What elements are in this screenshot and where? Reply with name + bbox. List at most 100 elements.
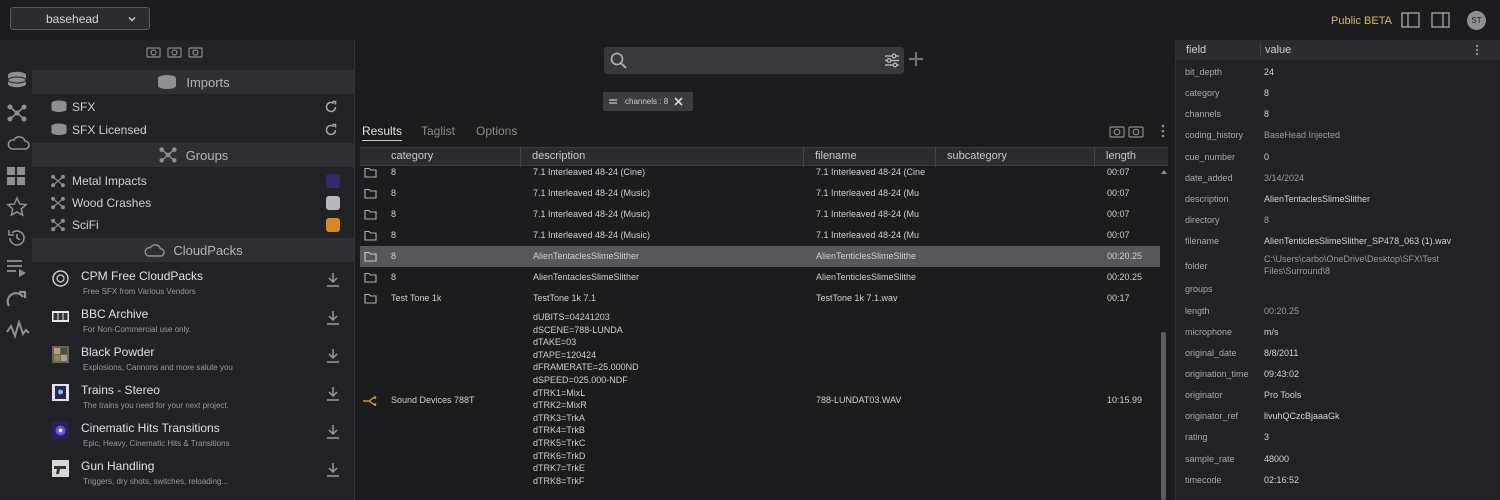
scroll-up-icon[interactable]	[1160, 169, 1168, 175]
top-bar	[0, 0, 1500, 40]
property-value[interactable]: 09:43:02	[1264, 369, 1299, 379]
download-icon[interactable]	[326, 386, 340, 401]
table-row[interactable]: 8 AlienTentaclesSlimeSlither AlienTentic…	[360, 267, 1160, 288]
filter-sliders-icon[interactable]	[884, 53, 900, 68]
workspace-select[interactable]: basehead	[10, 7, 150, 30]
property-value[interactable]: 8	[1264, 88, 1269, 98]
properties-header-field[interactable]: field	[1186, 44, 1206, 56]
property-value[interactable]: 48000	[1264, 454, 1289, 464]
property-value[interactable]: 02:16:52	[1264, 475, 1299, 485]
close-icon[interactable]	[674, 97, 683, 106]
group-item-scifi[interactable]: SciFi	[32, 214, 354, 236]
column-header-description[interactable]: description	[532, 150, 585, 162]
property-value[interactable]: 8/8/2011	[1264, 348, 1298, 358]
more-options-icon[interactable]	[1475, 44, 1479, 56]
cloudpacks-header[interactable]: CloudPacks	[32, 238, 354, 262]
import-item-sfx[interactable]: SFX	[32, 96, 354, 118]
download-icon[interactable]	[326, 272, 340, 287]
property-value[interactable]: 0	[1264, 152, 1269, 162]
right-panel-toggle-icon[interactable]	[1431, 12, 1450, 28]
cloudpack-subtitle: The trains you need for your next projec…	[83, 401, 229, 410]
download-icon[interactable]	[326, 424, 340, 439]
filter-chip[interactable]: channels : 8	[603, 92, 693, 111]
tab-results[interactable]: Results	[362, 124, 403, 141]
table-row-selected[interactable]: 8 AlienTentaclesSlimeSlither AlienTentic…	[360, 246, 1160, 267]
black-powder-thumbnail	[52, 346, 69, 363]
imports-header[interactable]: Imports	[32, 70, 354, 94]
column-header-subcategory[interactable]: subcategory	[947, 150, 1007, 162]
cloudpack-item[interactable]: Gun Handling Triggers, dry shots, switch…	[32, 456, 354, 493]
results-toolbar-icons[interactable]	[1109, 124, 1169, 138]
property-value[interactable]: 3	[1264, 432, 1269, 442]
table-row[interactable]: Test Tone 1k TestTone 1k 7.1 TestTone 1k…	[360, 288, 1160, 309]
results-table: 8 7.1 Interleaved 48-24 (Cine) 7.1 Inter…	[360, 166, 1160, 500]
property-value[interactable]: 8	[1264, 215, 1269, 225]
property-value[interactable]: 24	[1264, 67, 1274, 77]
property-value[interactable]: 3/14/2024	[1264, 173, 1304, 183]
column-header-length[interactable]: length	[1106, 150, 1136, 162]
search-input[interactable]	[632, 51, 872, 70]
property-value[interactable]: 8	[1264, 109, 1269, 119]
property-field: description	[1185, 194, 1229, 204]
snapshot-camera-icons[interactable]	[146, 45, 206, 59]
group-color-swatch[interactable]	[326, 174, 340, 188]
refresh-icon[interactable]	[324, 123, 338, 137]
cloudpack-item[interactable]: BBC Archive For Non-Commercial use only.	[32, 304, 354, 341]
table-row[interactable]: 8 7.1 Interleaved 48-24 (Music) 7.1 Inte…	[360, 225, 1160, 246]
star-icon[interactable]	[6, 196, 28, 218]
cloudpack-subtitle: Epic, Heavy, Cinematic Hits & Transition…	[83, 439, 230, 448]
property-value[interactable]: AlienTenticlesSlimeSlither_SP478_063 (1)…	[1264, 236, 1451, 246]
cloudpack-item[interactable]: Cinematic Hits Transitions Epic, Heavy, …	[32, 418, 354, 455]
avatar[interactable]: ST	[1467, 11, 1486, 30]
history-icon[interactable]	[6, 227, 28, 249]
column-header-category[interactable]: category	[391, 150, 433, 162]
property-value[interactable]: 00:20.25	[1264, 306, 1299, 316]
download-icon[interactable]	[326, 310, 340, 325]
download-icon[interactable]	[326, 348, 340, 363]
table-row[interactable]: 8 7.1 Interleaved 48-24 (Music) 7.1 Inte…	[360, 183, 1160, 204]
group-item-metal-impacts[interactable]: Metal Impacts	[32, 170, 354, 192]
refresh-icon[interactable]	[324, 100, 338, 114]
cloud-icon[interactable]	[6, 135, 30, 151]
property-value[interactable]: C:\Users\carbo\OneDrive\Desktop\SFX\Test	[1264, 254, 1439, 264]
search-bar[interactable]	[604, 47, 904, 74]
table-row-multiline[interactable]: Sound Devices 788T dUBITS=04241203 dSCEN…	[360, 311, 1160, 500]
cloudpack-item[interactable]: CPM Free CloudPacks Free SFX from Variou…	[32, 266, 354, 303]
add-icon[interactable]	[907, 50, 925, 68]
groups-icon[interactable]	[6, 103, 28, 123]
property-field: directory	[1185, 215, 1220, 225]
workspace-select-label: basehead	[46, 11, 99, 26]
download-icon[interactable]	[326, 462, 340, 477]
cloudpack-item[interactable]: Black Powder Explosions, Cannons and mor…	[32, 342, 354, 379]
table-row[interactable]: 8 7.1 Interleaved 48-24 (Music) 7.1 Inte…	[360, 204, 1160, 225]
property-field: filename	[1185, 236, 1220, 246]
property-value-continued[interactable]: Files\Surround\8	[1264, 266, 1330, 276]
property-value[interactable]: m/s	[1264, 327, 1279, 337]
database-icon[interactable]	[6, 71, 28, 89]
group-color-swatch[interactable]	[326, 196, 340, 210]
redo-icon[interactable]	[6, 289, 28, 309]
cloudpack-item[interactable]: Trains - Stereo The trains you need for …	[32, 380, 354, 417]
property-field: rating	[1185, 432, 1208, 442]
import-item-sfx-licensed[interactable]: SFX Licensed	[32, 119, 354, 141]
property-value[interactable]: livuhQCzcBjaaaGk	[1264, 411, 1340, 421]
tab-taglist[interactable]: Taglist	[421, 124, 455, 138]
properties-header-value[interactable]: value	[1265, 44, 1291, 56]
cpm-logo-icon	[52, 270, 69, 287]
table-row[interactable]: 8 7.1 Interleaved 48-24 (Cine) 7.1 Inter…	[360, 166, 1160, 183]
waveform-icon[interactable]	[6, 320, 30, 340]
property-value[interactable]: AlienTentaclesSlimeSlither	[1264, 194, 1370, 204]
groups-header[interactable]: Groups	[32, 143, 354, 167]
left-panel-toggle-icon[interactable]	[1401, 12, 1420, 28]
cloudpack-title: BBC Archive	[81, 307, 149, 321]
column-header-filename[interactable]: filename	[815, 150, 857, 162]
property-field: bit_depth	[1185, 67, 1223, 77]
property-value[interactable]: BaseHead Injected	[1264, 130, 1340, 140]
group-color-swatch[interactable]	[326, 218, 340, 232]
tab-options[interactable]: Options	[476, 124, 517, 138]
scrollbar-thumb[interactable]	[1161, 332, 1166, 500]
property-value[interactable]: Pro Tools	[1264, 390, 1301, 400]
group-item-wood-crashes[interactable]: Wood Crashes	[32, 192, 354, 214]
playlist-icon[interactable]	[6, 258, 28, 278]
grid-icon[interactable]	[6, 166, 26, 186]
